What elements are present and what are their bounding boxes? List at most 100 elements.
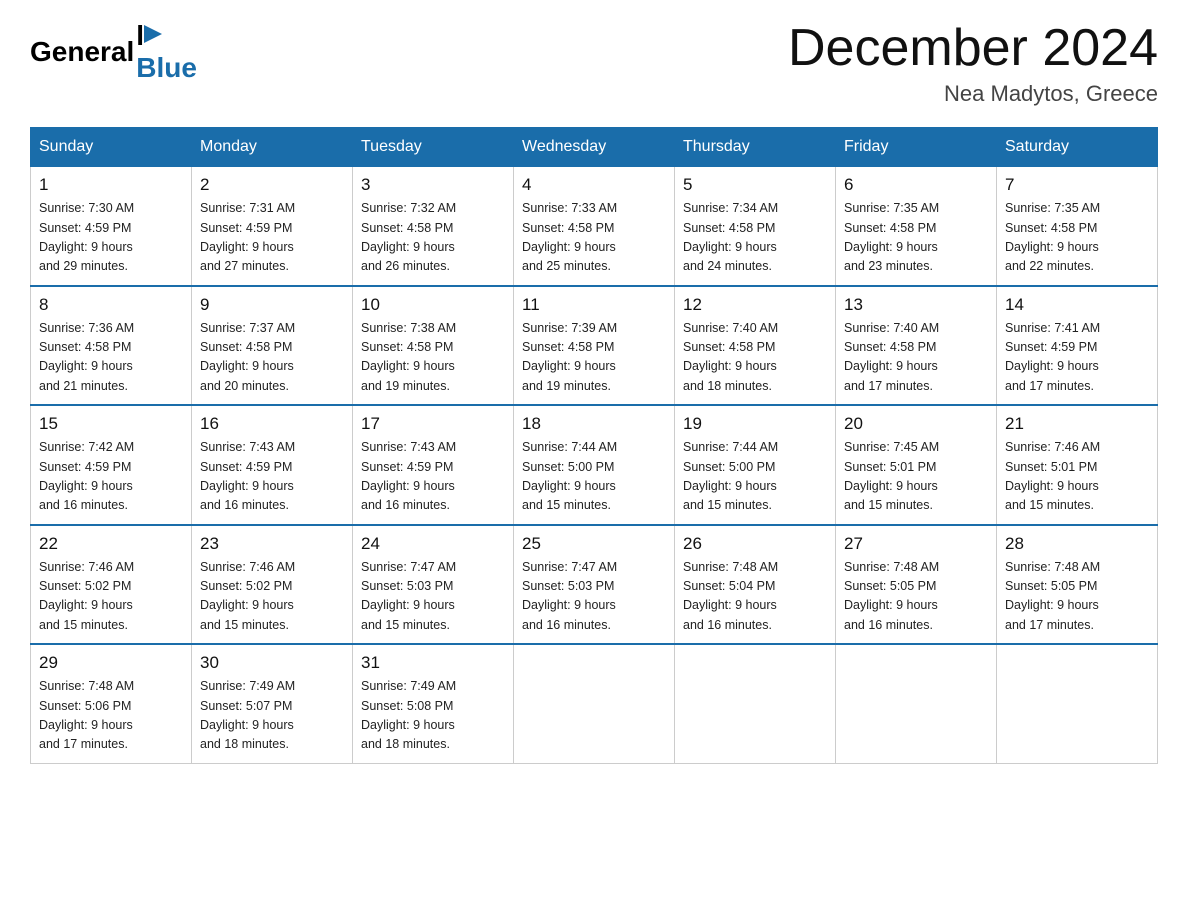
day-number: 16 [200, 414, 344, 434]
calendar-cell: 20 Sunrise: 7:45 AMSunset: 5:01 PMDayligh… [836, 405, 997, 525]
day-number: 21 [1005, 414, 1149, 434]
location-title: Nea Madytos, Greece [788, 81, 1158, 107]
column-header-tuesday: Tuesday [353, 128, 514, 167]
day-info: Sunrise: 7:32 AMSunset: 4:58 PMDaylight:… [361, 199, 505, 277]
calendar-cell: 1 Sunrise: 7:30 AMSunset: 4:59 PMDaylight… [31, 167, 192, 286]
logo-blue-part: l Blue [136, 20, 197, 84]
day-number: 3 [361, 175, 505, 195]
day-number: 29 [39, 653, 183, 673]
day-number: 4 [522, 175, 666, 195]
column-header-thursday: Thursday [675, 128, 836, 167]
day-info: Sunrise: 7:40 AMSunset: 4:58 PMDaylight:… [844, 319, 988, 397]
calendar-cell: 10 Sunrise: 7:38 AMSunset: 4:58 PMDayligh… [353, 286, 514, 406]
calendar-cell: 11Sunrise: 7:39 AMSunset: 4:58 PMDayligh… [514, 286, 675, 406]
day-info: Sunrise: 7:41 AMSunset: 4:59 PMDaylight:… [1005, 319, 1149, 397]
day-number: 26 [683, 534, 827, 554]
calendar-cell [675, 644, 836, 763]
day-number: 18 [522, 414, 666, 434]
day-info: Sunrise: 7:38 AMSunset: 4:58 PMDaylight:… [361, 319, 505, 397]
calendar-cell: 26 Sunrise: 7:48 AMSunset: 5:04 PMDayligh… [675, 525, 836, 645]
column-header-monday: Monday [192, 128, 353, 167]
calendar-cell: 29 Sunrise: 7:48 AMSunset: 5:06 PMDayligh… [31, 644, 192, 763]
calendar-cell [836, 644, 997, 763]
day-number: 24 [361, 534, 505, 554]
day-info: Sunrise: 7:35 AMSunset: 4:58 PMDaylight:… [1005, 199, 1149, 277]
day-number: 9 [200, 295, 344, 315]
day-number: 28 [1005, 534, 1149, 554]
day-info: Sunrise: 7:43 AMSunset: 4:59 PMDaylight:… [200, 438, 344, 516]
day-info: Sunrise: 7:39 AMSunset: 4:58 PMDaylight:… [522, 319, 666, 397]
calendar-week-row: 8Sunrise: 7:36 AMSunset: 4:58 PMDaylight… [31, 286, 1158, 406]
day-info: Sunrise: 7:35 AMSunset: 4:58 PMDaylight:… [844, 199, 988, 277]
calendar-cell [514, 644, 675, 763]
calendar-header-row: SundayMondayTuesdayWednesdayThursdayFrid… [31, 128, 1158, 167]
calendar-cell: 18 Sunrise: 7:44 AMSunset: 5:00 PMDayligh… [514, 405, 675, 525]
day-info: Sunrise: 7:36 AMSunset: 4:58 PMDaylight:… [39, 319, 183, 397]
day-number: 30 [200, 653, 344, 673]
day-number: 6 [844, 175, 988, 195]
day-number: 15 [39, 414, 183, 434]
calendar-week-row: 1 Sunrise: 7:30 AMSunset: 4:59 PMDaylight… [31, 167, 1158, 286]
day-number: 2 [200, 175, 344, 195]
day-info: Sunrise: 7:45 AMSunset: 5:01 PMDaylight:… [844, 438, 988, 516]
calendar-cell: 8Sunrise: 7:36 AMSunset: 4:58 PMDaylight… [31, 286, 192, 406]
title-area: December 2024 Nea Madytos, Greece [788, 20, 1158, 107]
day-number: 12 [683, 295, 827, 315]
calendar-week-row: 29 Sunrise: 7:48 AMSunset: 5:06 PMDayligh… [31, 644, 1158, 763]
day-number: 23 [200, 534, 344, 554]
calendar-cell: 30 Sunrise: 7:49 AMSunset: 5:07 PMDayligh… [192, 644, 353, 763]
day-info: Sunrise: 7:44 AMSunset: 5:00 PMDaylight:… [683, 438, 827, 516]
day-info: Sunrise: 7:46 AMSunset: 5:02 PMDaylight:… [39, 558, 183, 636]
day-number: 14 [1005, 295, 1149, 315]
calendar-cell: 24Sunrise: 7:47 AMSunset: 5:03 PMDayligh… [353, 525, 514, 645]
day-number: 27 [844, 534, 988, 554]
column-header-friday: Friday [836, 128, 997, 167]
calendar-cell: 14 Sunrise: 7:41 AMSunset: 4:59 PMDayligh… [997, 286, 1158, 406]
month-year-title: December 2024 [788, 20, 1158, 77]
day-info: Sunrise: 7:48 AMSunset: 5:06 PMDaylight:… [39, 677, 183, 755]
day-number: 7 [1005, 175, 1149, 195]
calendar-body: 1 Sunrise: 7:30 AMSunset: 4:59 PMDaylight… [31, 167, 1158, 764]
column-header-saturday: Saturday [997, 128, 1158, 167]
day-info: Sunrise: 7:34 AMSunset: 4:58 PMDaylight:… [683, 199, 827, 277]
day-number: 19 [683, 414, 827, 434]
calendar-cell: 9Sunrise: 7:37 AMSunset: 4:58 PMDaylight… [192, 286, 353, 406]
calendar-cell: 27 Sunrise: 7:48 AMSunset: 5:05 PMDayligh… [836, 525, 997, 645]
day-info: Sunrise: 7:43 AMSunset: 4:59 PMDaylight:… [361, 438, 505, 516]
logo-general-text: General [30, 36, 134, 68]
calendar-cell: 7 Sunrise: 7:35 AMSunset: 4:58 PMDaylight… [997, 167, 1158, 286]
day-info: Sunrise: 7:46 AMSunset: 5:02 PMDaylight:… [200, 558, 344, 636]
day-info: Sunrise: 7:31 AMSunset: 4:59 PMDaylight:… [200, 199, 344, 277]
day-info: Sunrise: 7:40 AMSunset: 4:58 PMDaylight:… [683, 319, 827, 397]
day-info: Sunrise: 7:48 AMSunset: 5:04 PMDaylight:… [683, 558, 827, 636]
calendar-cell: 23 Sunrise: 7:46 AMSunset: 5:02 PMDayligh… [192, 525, 353, 645]
calendar-cell: 25Sunrise: 7:47 AMSunset: 5:03 PMDayligh… [514, 525, 675, 645]
logo: General l Blue [30, 20, 197, 84]
day-info: Sunrise: 7:49 AMSunset: 5:08 PMDaylight:… [361, 677, 505, 755]
day-number: 22 [39, 534, 183, 554]
calendar-cell: 6 Sunrise: 7:35 AMSunset: 4:58 PMDaylight… [836, 167, 997, 286]
day-info: Sunrise: 7:42 AMSunset: 4:59 PMDaylight:… [39, 438, 183, 516]
calendar-cell: 22 Sunrise: 7:46 AMSunset: 5:02 PMDayligh… [31, 525, 192, 645]
calendar-cell: 19 Sunrise: 7:44 AMSunset: 5:00 PMDayligh… [675, 405, 836, 525]
day-info: Sunrise: 7:30 AMSunset: 4:59 PMDaylight:… [39, 199, 183, 277]
day-number: 20 [844, 414, 988, 434]
calendar-cell: 12 Sunrise: 7:40 AMSunset: 4:58 PMDayligh… [675, 286, 836, 406]
calendar-cell: 31Sunrise: 7:49 AMSunset: 5:08 PMDayligh… [353, 644, 514, 763]
calendar-cell: 21Sunrise: 7:46 AMSunset: 5:01 PMDayligh… [997, 405, 1158, 525]
calendar-cell [997, 644, 1158, 763]
day-info: Sunrise: 7:48 AMSunset: 5:05 PMDaylight:… [844, 558, 988, 636]
day-number: 13 [844, 295, 988, 315]
day-number: 10 [361, 295, 505, 315]
day-info: Sunrise: 7:47 AMSunset: 5:03 PMDaylight:… [522, 558, 666, 636]
day-number: 1 [39, 175, 183, 195]
calendar-cell: 2 Sunrise: 7:31 AMSunset: 4:59 PMDaylight… [192, 167, 353, 286]
day-info: Sunrise: 7:49 AMSunset: 5:07 PMDaylight:… [200, 677, 344, 755]
day-info: Sunrise: 7:44 AMSunset: 5:00 PMDaylight:… [522, 438, 666, 516]
calendar-cell: 16 Sunrise: 7:43 AMSunset: 4:59 PMDayligh… [192, 405, 353, 525]
logo-blue-text: Blue [136, 52, 197, 84]
day-info: Sunrise: 7:48 AMSunset: 5:05 PMDaylight:… [1005, 558, 1149, 636]
column-header-sunday: Sunday [31, 128, 192, 167]
day-info: Sunrise: 7:33 AMSunset: 4:58 PMDaylight:… [522, 199, 666, 277]
calendar-cell: 13 Sunrise: 7:40 AMSunset: 4:58 PMDayligh… [836, 286, 997, 406]
